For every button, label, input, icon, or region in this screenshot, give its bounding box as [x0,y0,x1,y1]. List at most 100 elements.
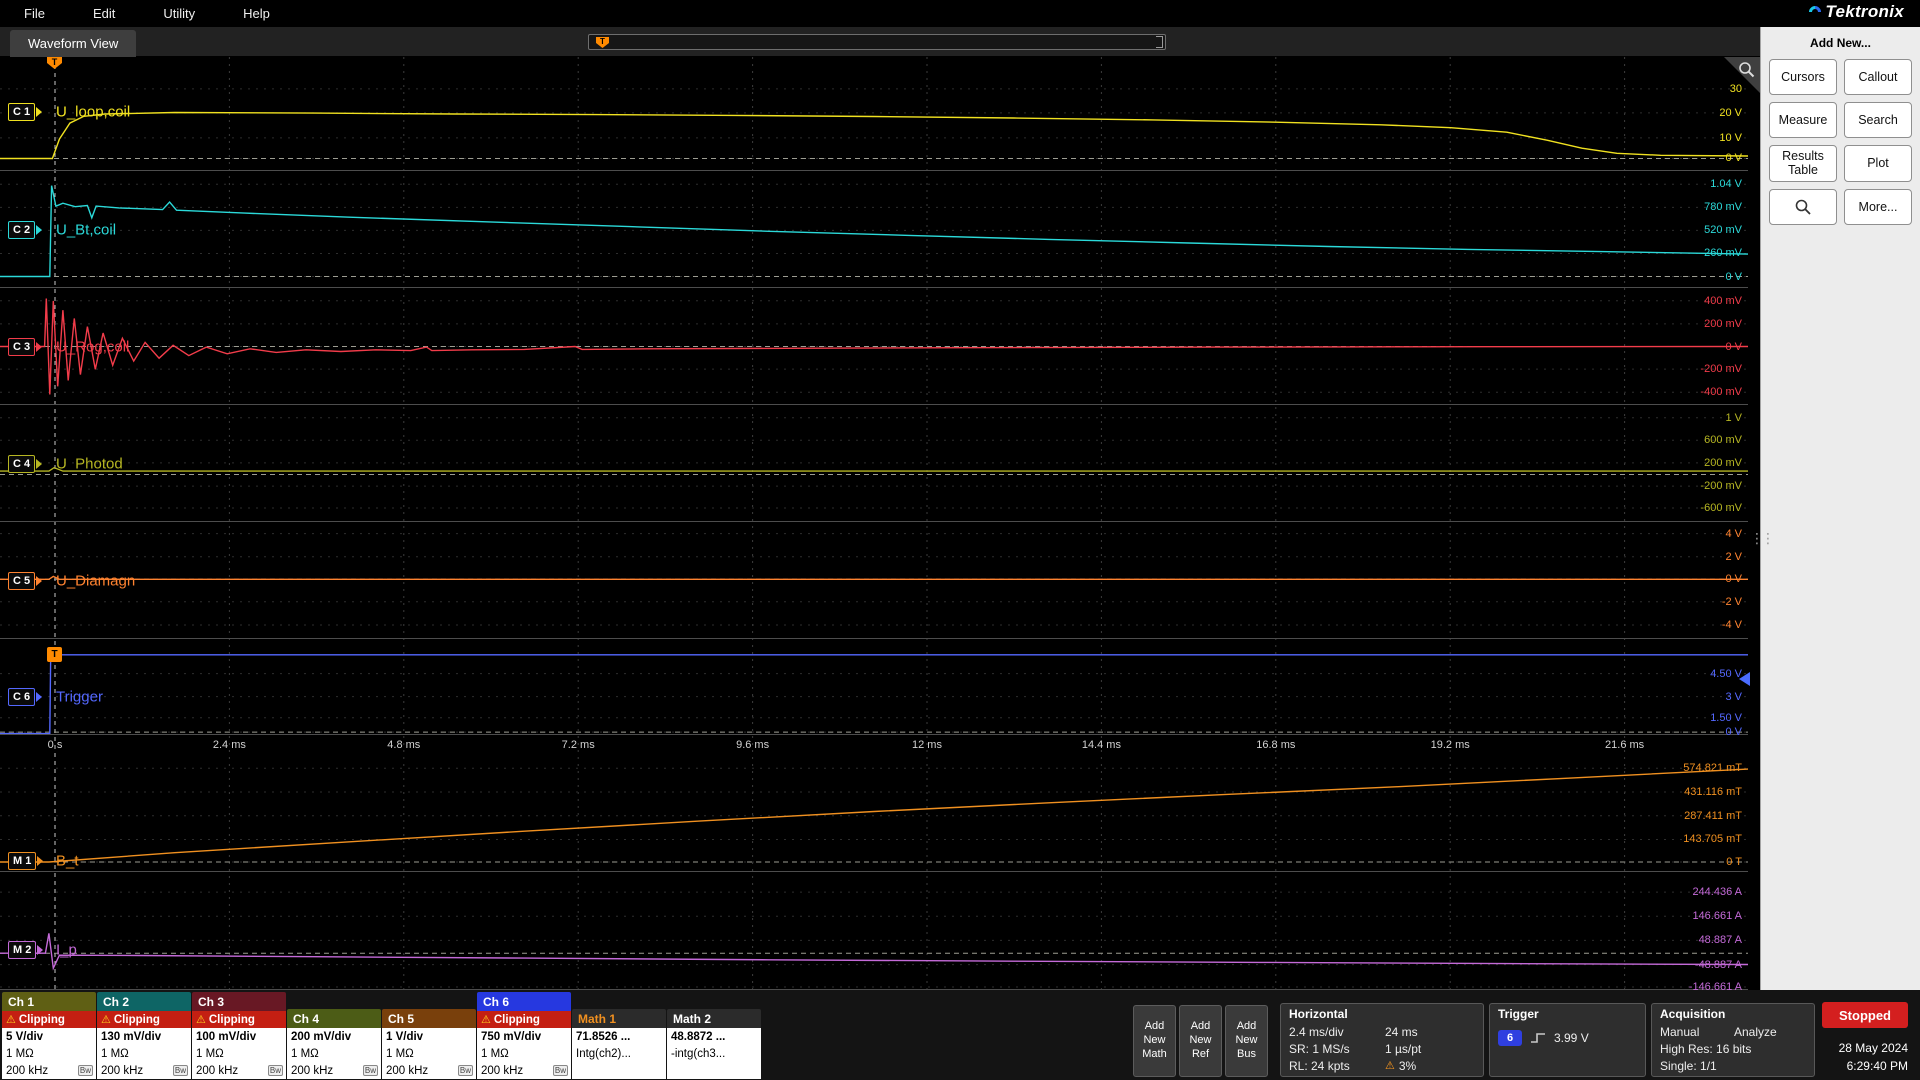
badge-row: ⚠Clipping [477,1011,571,1028]
scale-label: 574.821 mT [1683,762,1742,774]
slider-trigger-marker[interactable]: T [596,37,609,48]
badge-row: 200 kHzBw [192,1062,286,1079]
channel-badge-label: C 1 [8,103,35,121]
channel-badge-c-2[interactable]: C 2 [8,221,42,239]
channel-badge-m-1[interactable]: M 1 [8,852,43,870]
menu-bar-items: FileEditUtilityHelp [0,0,294,27]
scale-label: -200 mV [1700,480,1742,492]
tab-waveform-view[interactable]: Waveform View [10,30,136,57]
badge-row-text: 200 kHz [101,1065,143,1077]
bottom-badge-header: Ch 3 [192,992,286,1011]
horizontal-panel[interactable]: Horizontal 2.4 ms/div24 msSR: 1 MS/s1 µs… [1280,1003,1484,1077]
acquisition-analyze[interactable]: Analyze [1734,1025,1777,1039]
bottom-badge-ch-3[interactable]: Ch 3⚠Clipping100 mV/div1 MΩ200 kHzBw [192,992,286,1079]
scale-label: 0 V [1725,341,1742,353]
bottom-badge-header: Math 1 [572,1009,666,1028]
trigger-level-arrow[interactable] [1739,672,1750,686]
sidebar-button-more[interactable]: More... [1844,189,1912,225]
add-new-math-button[interactable]: Add New Math [1133,1005,1176,1077]
horizontal-position-slider[interactable]: T [588,34,1166,50]
graticule-zoom-icon[interactable] [1738,61,1756,84]
channel-badge-c-1[interactable]: C 1 [8,103,42,121]
acquisition-panel-title: Acquisition [1660,1007,1806,1021]
bottom-badge-body: ⚠Clipping750 mV/div1 MΩ200 kHzBw [477,1011,571,1079]
channel-badge-arrow-icon [36,107,42,117]
acquisition-resolution: High Res: 16 bits [1660,1042,1751,1056]
channel-badge-c-6[interactable]: C 6 [8,688,42,706]
acquisition-mode: Manual [1660,1025,1734,1039]
channel-badge-c-4[interactable]: C 4 [8,455,42,473]
brand-name: Tektronix [1825,2,1904,22]
bottom-badge-math-2[interactable]: Math 248.8872 ...-intg(ch3... [667,1009,761,1079]
time-label: 2.4 ms [213,739,246,751]
menu-item-help[interactable]: Help [219,0,294,27]
bottom-badge-ch-1[interactable]: Ch 1⚠Clipping5 V/div1 MΩ200 kHzBw [2,992,96,1079]
channel-name-m-2: I_p [56,941,77,958]
add-new-ref-button[interactable]: Add New Ref [1179,1005,1222,1077]
menu-item-utility[interactable]: Utility [139,0,219,27]
scale-label: 2 V [1725,551,1742,563]
badge-row-text: -intg(ch3... [671,1048,725,1060]
sidebar-button-plot[interactable]: Plot [1844,145,1912,182]
channel-badge-m-2[interactable]: M 2 [8,941,43,959]
badge-row: 200 kHzBw [477,1062,571,1079]
scale-label: -400 mV [1700,386,1742,398]
sidebar-button-search[interactable]: Search [1844,102,1912,138]
bottom-badge-ch-6[interactable]: Ch 6⚠Clipping750 mV/div1 MΩ200 kHzBw [477,992,571,1079]
bottom-badge-ch-4[interactable]: Ch 4200 mV/div1 MΩ200 kHzBw [287,1009,381,1079]
menu-item-edit[interactable]: Edit [69,0,139,27]
channel-slice-c-2: 1.04 V780 mV520 mV260 mV0 VC 2U_Bt,coil [0,171,1760,288]
trace-plot-m-1 [0,757,1748,872]
bottom-badge-body: 71.8526 ...Intg(ch2)... [572,1028,666,1079]
channel-badge-c-3[interactable]: C 3 [8,338,42,356]
sidebar-button-callout[interactable]: Callout [1844,59,1912,95]
bottom-badge-body: ⚠Clipping5 V/div1 MΩ200 kHzBw [2,1011,96,1079]
badge-row: 200 kHzBw [2,1062,96,1079]
badge-row-text: 100 mV/div [196,1031,256,1043]
zoom-icon [1794,198,1812,216]
sidebar-button-zoom[interactable] [1769,189,1837,225]
bottom-badge-body: 200 mV/div1 MΩ200 kHzBw [287,1028,381,1079]
channel-badge-label: M 2 [8,941,36,959]
waveform-trace-c-6 [0,655,1748,734]
bottom-badge-ch-5[interactable]: Ch 51 V/div1 MΩ200 kHzBw [382,1009,476,1079]
bottom-badge-math-1[interactable]: Math 171.8526 ...Intg(ch2)... [572,1009,666,1079]
horizontal-row: RL: 24 kpts⚠3% [1289,1057,1475,1074]
horizontal-row: SR: 1 MS/s1 µs/pt [1289,1040,1475,1057]
rising-edge-icon [1530,1031,1546,1045]
trace-plot-c-4 [0,405,1748,522]
bottom-badge-body: ⚠Clipping100 mV/div1 MΩ200 kHzBw [192,1011,286,1079]
horizontal-cell-text: 3% [1399,1059,1416,1073]
channel-slice-c-4: 1 V600 mV200 mV-200 mV-600 mVC 4U_Photod [0,405,1760,522]
tab-bar: Waveform View T [0,27,1760,57]
badge-row-text: 1 MΩ [101,1048,129,1060]
acquisition-single: Single: 1/1 [1660,1059,1717,1073]
brand-logo: Tektronix [1809,2,1904,22]
badge-row: ⚠Clipping [192,1011,286,1028]
sidebar-button-cursors[interactable]: Cursors [1769,59,1837,95]
horizontal-cell-text: 24 ms [1385,1025,1418,1039]
add-new-bus-button[interactable]: Add New Bus [1225,1005,1268,1077]
channel-badge-c-5[interactable]: C 5 [8,572,42,590]
bottom-badge-ch-2[interactable]: Ch 2⚠Clipping130 mV/div1 MΩ200 kHzBw [97,992,191,1079]
bottom-badge-body: 1 V/div1 MΩ200 kHzBw [382,1028,476,1079]
trigger-panel[interactable]: Trigger 6 3.99 V [1489,1003,1646,1077]
scale-label: 780 mV [1704,201,1742,213]
badge-row: 1 MΩ [2,1045,96,1062]
sidebar-button-measure[interactable]: Measure [1769,102,1837,138]
badge-row: 1 MΩ [382,1045,476,1062]
trigger-source-badge[interactable]: 6 [1498,1030,1522,1046]
sidebar-button-results-table[interactable]: Results Table [1769,145,1837,182]
channel-slice-c-3: 400 mV200 mV0 V-200 mV-400 mVC 3U_Rog,co… [0,288,1760,405]
badge-row: ⚠Clipping [2,1011,96,1028]
scale-label: 4 V [1725,528,1742,540]
stopped-indicator[interactable]: Stopped [1822,1002,1908,1028]
horizontal-cell: SR: 1 MS/s [1289,1042,1385,1056]
panel-splitter-handle[interactable]: ⋮⋮ [1750,530,1772,547]
menu-item-file[interactable]: File [0,0,69,27]
channel-name-m-1: B_t [56,852,79,869]
trigger-level-badge[interactable]: T [47,647,62,662]
acquisition-panel[interactable]: Acquisition Manual Analyze High Res: 16 … [1651,1003,1815,1077]
waveform-view-area: Waveform View T 3020 V10 V0 VC 1U_loop,c… [0,27,1760,990]
channel-name-c-1: U_loop,coil [56,103,130,120]
